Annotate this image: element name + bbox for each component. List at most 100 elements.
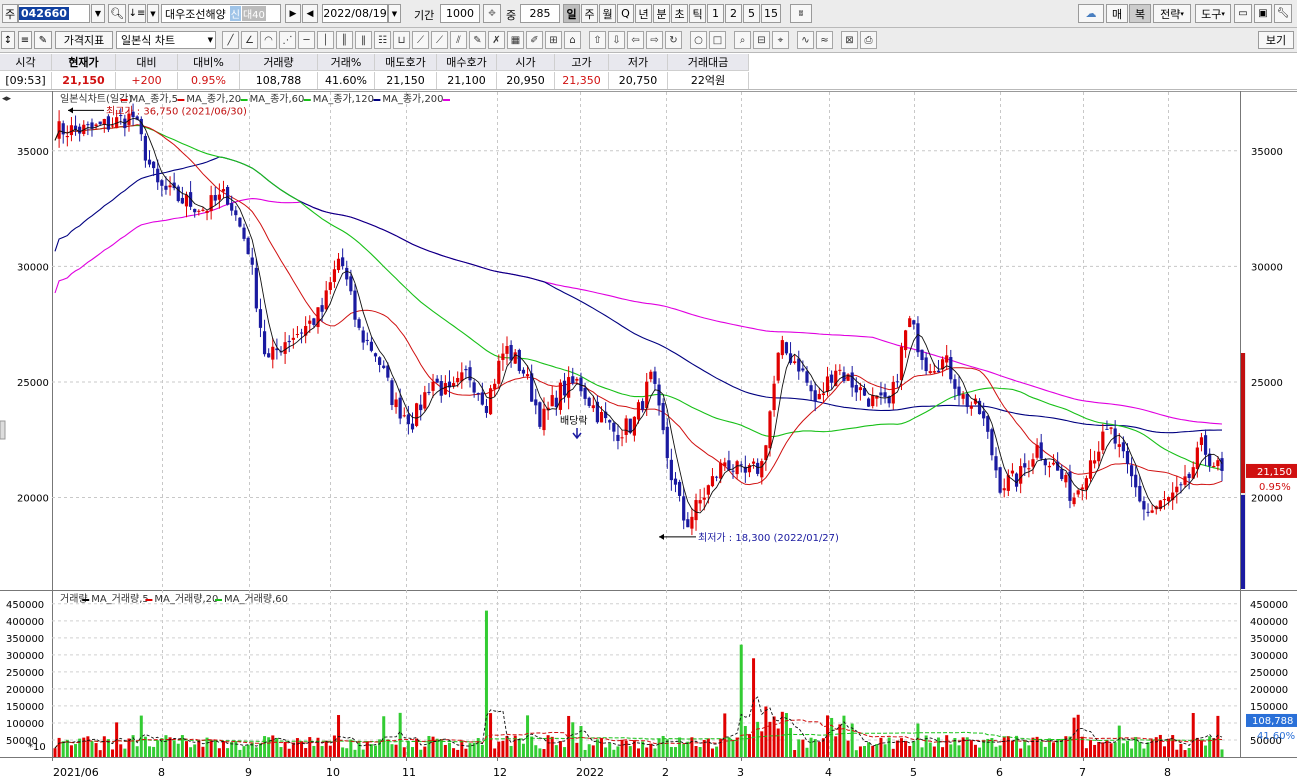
trend-tool-button[interactable]: ⟋ bbox=[412, 31, 429, 49]
zoom-out-tool-button[interactable]: ⊟ bbox=[753, 31, 770, 49]
fit-tool-button[interactable]: ⌖ bbox=[772, 31, 789, 49]
multi-button[interactable]: 복 bbox=[1129, 4, 1151, 23]
vline-tool-button[interactable]: │ bbox=[317, 31, 334, 49]
tools-button[interactable]: 도구 ▾ bbox=[1195, 4, 1231, 23]
candle-body bbox=[690, 516, 694, 529]
period-button-1[interactable]: 주 bbox=[581, 4, 598, 23]
volume-bar bbox=[283, 741, 287, 757]
parallel-tool-button[interactable]: ⫽ bbox=[450, 31, 467, 49]
wave2-tool-button[interactable]: ≈ bbox=[816, 31, 833, 49]
strategy-button[interactable]: 전략 ▾ bbox=[1153, 4, 1191, 23]
period-button-0[interactable]: 일 bbox=[563, 4, 580, 23]
sort-dropdown-button[interactable]: ▼ bbox=[147, 4, 159, 23]
settings-button[interactable]: 🔧︎ bbox=[1274, 4, 1292, 23]
volume-bar bbox=[497, 741, 501, 757]
date-dropdown-button[interactable]: ▼ bbox=[388, 4, 401, 23]
print-tool-button[interactable]: ⎙ bbox=[860, 31, 877, 49]
volume-bar bbox=[1101, 742, 1105, 757]
indicator-edit-button[interactable]: ✎ bbox=[34, 31, 52, 49]
ruler-button[interactable]: ʬ bbox=[790, 4, 812, 23]
price-indicator-button[interactable]: 가격지표 bbox=[55, 31, 113, 49]
redo-tool-button[interactable]: ↻ bbox=[665, 31, 682, 49]
period-adjust-button[interactable]: ✥ bbox=[483, 4, 501, 23]
fan-tool-button[interactable]: ⋰ bbox=[279, 31, 296, 49]
quote-value: 20,950 bbox=[497, 72, 555, 89]
trade-button[interactable]: 매 bbox=[1106, 4, 1128, 23]
period-button-7[interactable]: 틱 bbox=[689, 4, 706, 23]
cloud-button[interactable]: ☁ bbox=[1078, 4, 1104, 23]
down-arrow-tool-button[interactable]: ⇩ bbox=[608, 31, 625, 49]
prev-stock-button[interactable]: ◀ bbox=[302, 4, 318, 23]
sort-button[interactable]: ↓≡ bbox=[128, 4, 146, 23]
line-tool-button[interactable]: ╱ bbox=[222, 31, 239, 49]
rect-tool-button[interactable]: □ bbox=[709, 31, 726, 49]
search-button[interactable]: 🔍︎ bbox=[108, 4, 126, 23]
period-input[interactable]: 1000 bbox=[440, 4, 480, 23]
volume-bar bbox=[1187, 748, 1191, 757]
table-tool-button[interactable]: ☷ bbox=[374, 31, 391, 49]
chart-area[interactable]: 2021/06 8 9 10 11 12 2022 2 3 4 5 6 7 8 35000 35000 3000… bbox=[0, 91, 1297, 778]
view-button[interactable]: 보기 bbox=[1258, 31, 1294, 49]
circle-tool-button[interactable]: ○ bbox=[690, 31, 707, 49]
chart-settings-tool-button[interactable]: ⊠ bbox=[841, 31, 858, 49]
candle-body bbox=[110, 125, 115, 127]
erase-tool-button[interactable]: ✗ bbox=[488, 31, 505, 49]
hline-tool-button[interactable]: ─ bbox=[298, 31, 315, 49]
candle-body bbox=[1134, 474, 1138, 488]
brush-tool-button[interactable]: ✐ bbox=[526, 31, 543, 49]
period-button-8[interactable]: 1 bbox=[707, 4, 724, 23]
candle-body bbox=[1097, 451, 1101, 462]
period-button-2[interactable]: 월 bbox=[599, 4, 616, 23]
period-button-3[interactable]: Q bbox=[617, 4, 634, 23]
period-button-10[interactable]: 5 bbox=[743, 4, 760, 23]
grid-lines-tool-button[interactable]: ‖ bbox=[355, 31, 372, 49]
template-tool-button[interactable]: ⊞ bbox=[545, 31, 562, 49]
vline-multi-tool-button[interactable]: ║ bbox=[336, 31, 353, 49]
period-button-11[interactable]: 15 bbox=[761, 4, 781, 23]
volume-bar bbox=[468, 743, 472, 757]
magnet-tool-button[interactable]: ⌂ bbox=[564, 31, 581, 49]
arc-tool-button[interactable]: ◠ bbox=[260, 31, 277, 49]
stock-code-input[interactable]: 042660 bbox=[18, 4, 90, 23]
candle-body bbox=[854, 385, 858, 393]
open-button[interactable]: ▭ bbox=[1234, 4, 1252, 23]
up-arrow-tool-button[interactable]: ⇧ bbox=[589, 31, 606, 49]
trend2-tool-button[interactable]: ⟋ bbox=[431, 31, 448, 49]
volume-y-label-left: 200000 bbox=[6, 685, 44, 696]
volume-bar bbox=[57, 737, 61, 757]
save-button[interactable]: ▣ bbox=[1254, 4, 1272, 23]
next-stock-button[interactable]: ▶ bbox=[285, 4, 301, 23]
volume-bar bbox=[1056, 739, 1060, 757]
count-input[interactable]: 285 bbox=[520, 4, 560, 23]
period-button-5[interactable]: 분 bbox=[653, 4, 670, 23]
period-button-9[interactable]: 2 bbox=[725, 4, 742, 23]
wave-tool-button[interactable]: ∿ bbox=[797, 31, 814, 49]
period-button-6[interactable]: 초 bbox=[671, 4, 688, 23]
list-button[interactable]: ≡ bbox=[18, 31, 32, 49]
chart-type-select[interactable]: 일본식 차트 ▼ bbox=[116, 31, 216, 49]
date-field[interactable]: 2022/08/19 bbox=[322, 4, 388, 23]
volume-bar bbox=[279, 747, 283, 757]
collapse-button[interactable]: ↕ bbox=[1, 31, 15, 49]
candle-body bbox=[612, 422, 616, 432]
code-dropdown-button[interactable]: ▼ bbox=[91, 4, 105, 23]
volume-bar bbox=[365, 741, 369, 757]
x-tick-label: 5 bbox=[910, 766, 917, 778]
left-arrow-tool-button[interactable]: ⇦ bbox=[627, 31, 644, 49]
candle-body bbox=[345, 267, 349, 280]
stock-name-field[interactable]: 대우조선해양 신 대40 bbox=[161, 4, 281, 23]
period-button-4[interactable]: 년 bbox=[635, 4, 652, 23]
volume-bar bbox=[801, 739, 805, 757]
candle-body bbox=[378, 357, 382, 365]
volume-y-label-right: 450000 bbox=[1250, 600, 1288, 611]
zoom-tool-button[interactable]: ⌕ bbox=[734, 31, 751, 49]
market-selector[interactable]: 주 bbox=[2, 4, 18, 23]
pencil-tool-button[interactable]: ✎ bbox=[469, 31, 486, 49]
volume-bar bbox=[423, 746, 427, 757]
box-tool-button[interactable]: ▦ bbox=[507, 31, 524, 49]
channel-tool-button[interactable]: ⊔ bbox=[393, 31, 410, 49]
right-arrow-tool-button[interactable]: ⇨ bbox=[646, 31, 663, 49]
candle-body bbox=[505, 346, 509, 354]
candle-body bbox=[1019, 466, 1023, 484]
angle-tool-button[interactable]: ∠ bbox=[241, 31, 258, 49]
